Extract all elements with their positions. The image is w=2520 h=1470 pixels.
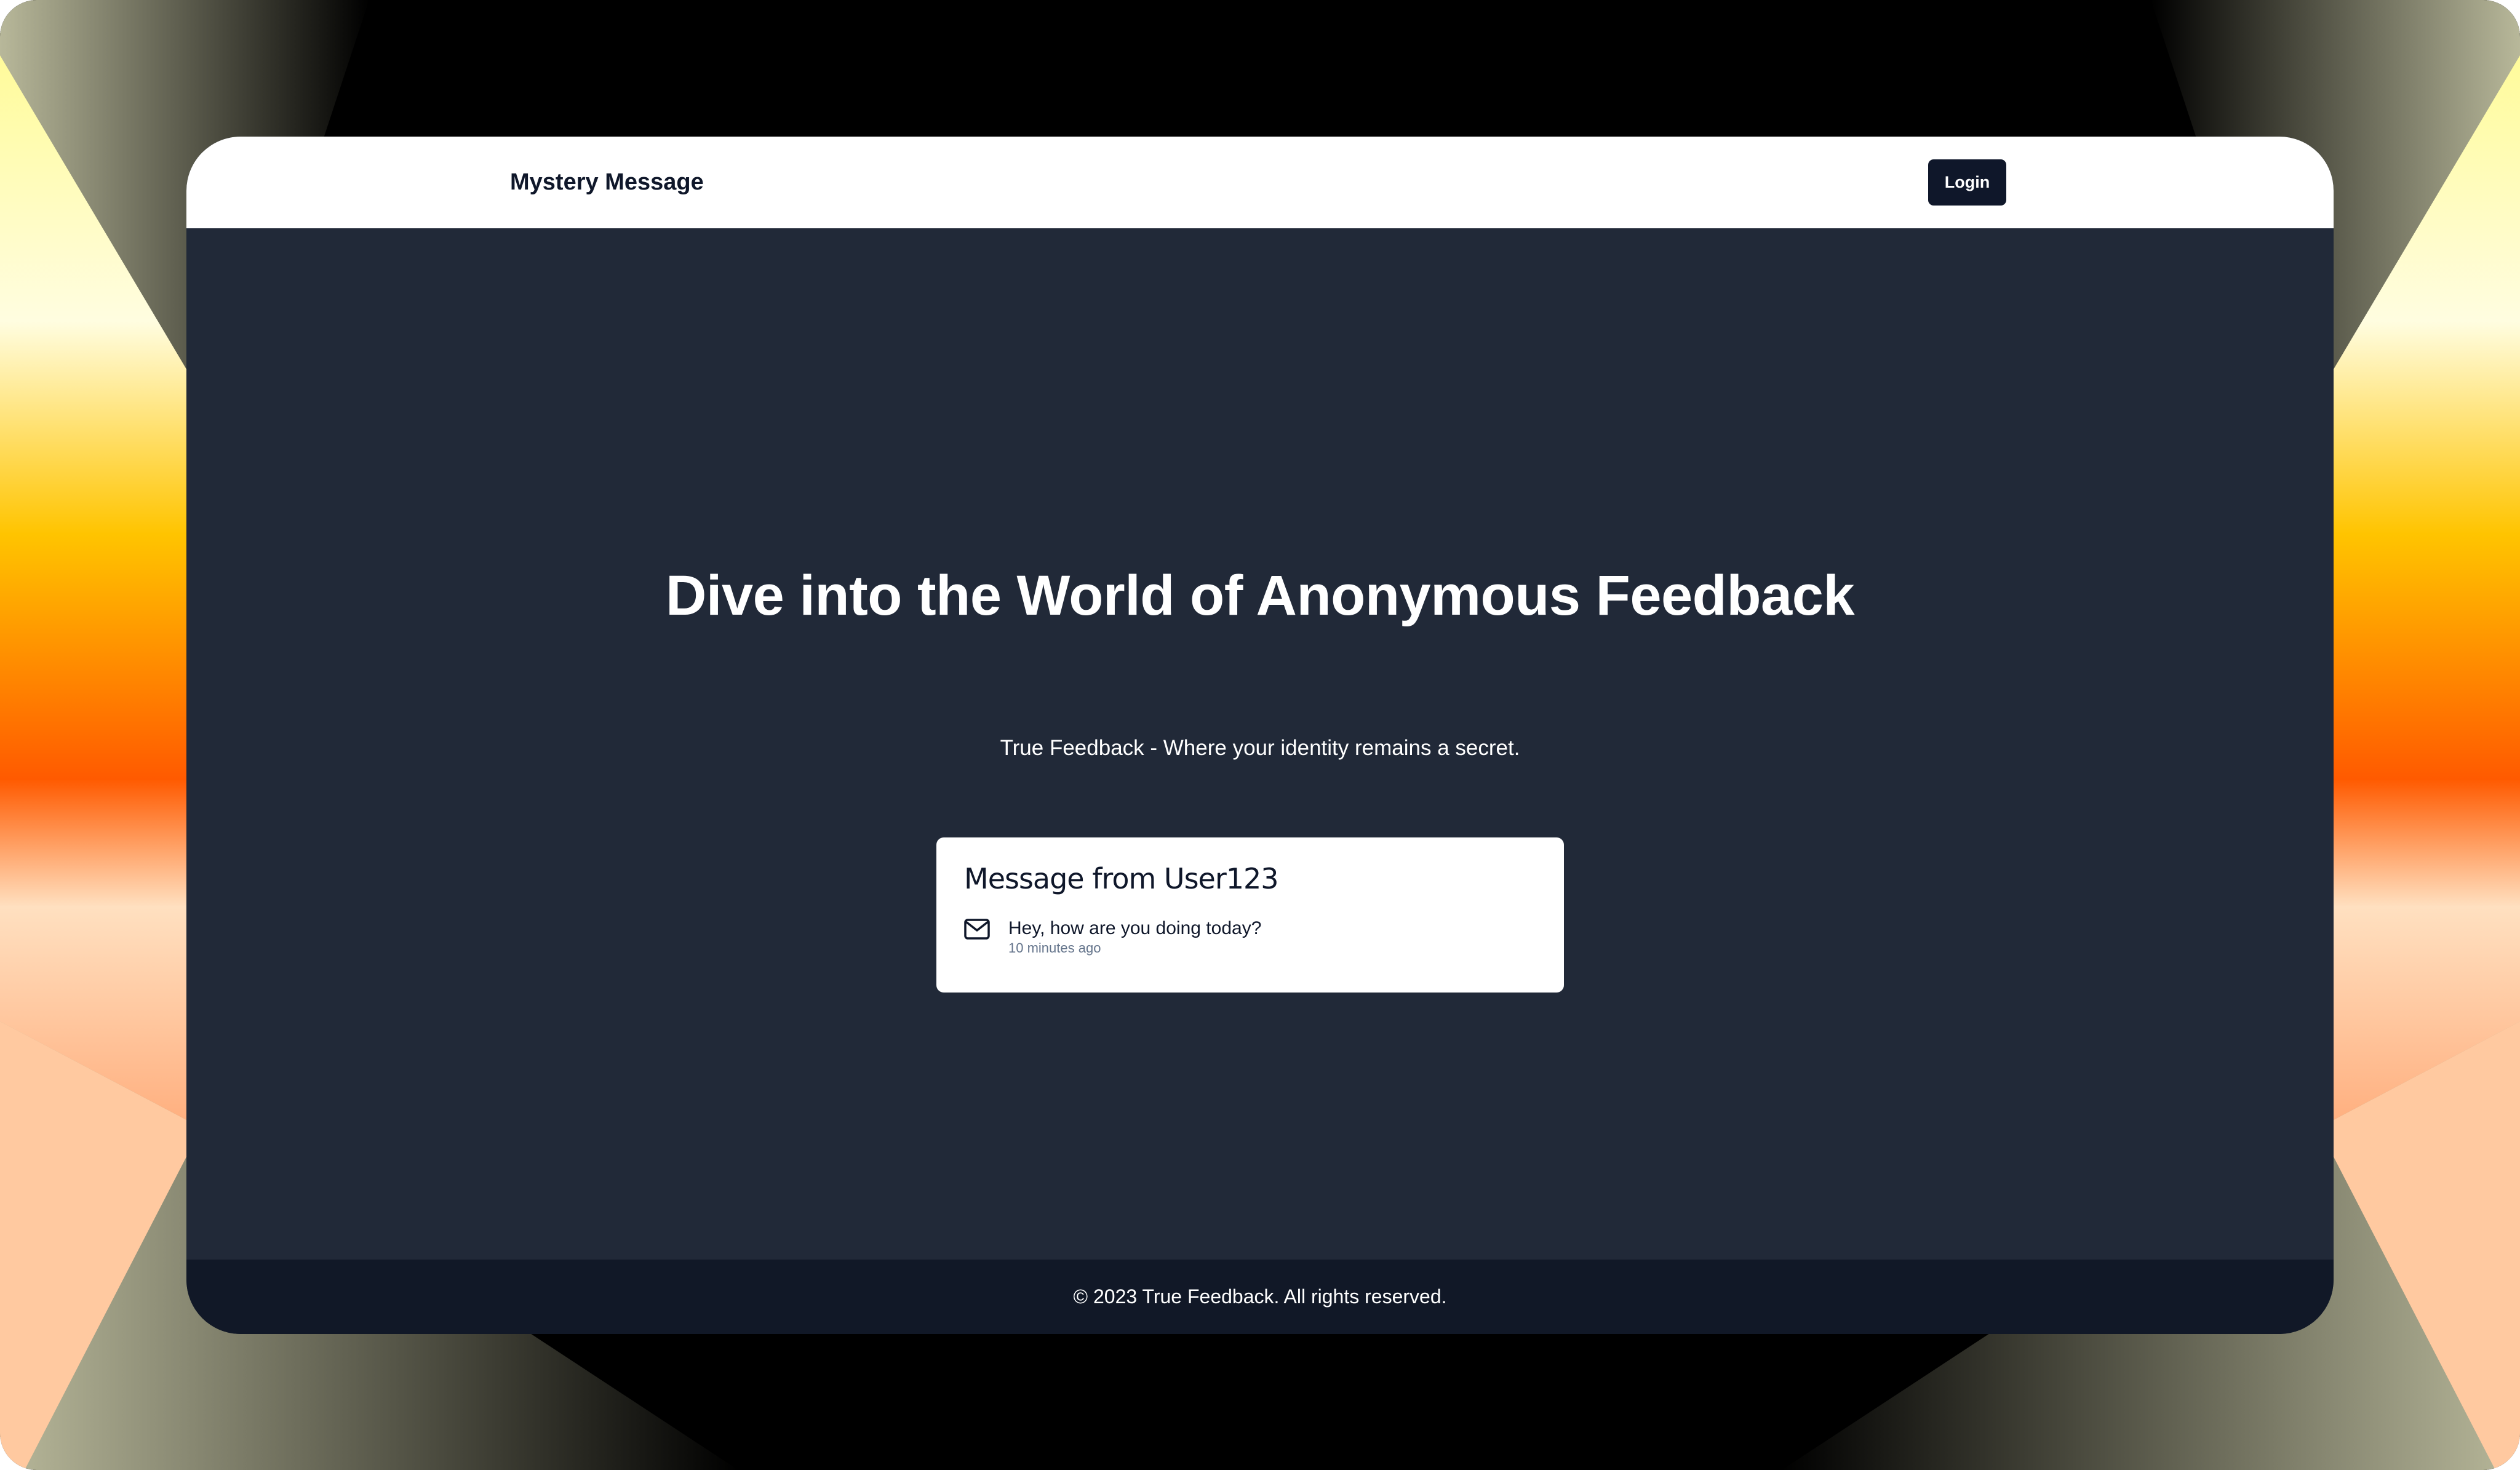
message-row: Hey, how are you doing today? 10 minutes…	[964, 917, 1536, 957]
login-button[interactable]: Login	[1928, 159, 2006, 206]
hero-title: Dive into the World of Anonymous Feedbac…	[665, 564, 1855, 627]
message-timestamp: 10 minutes ago	[1008, 940, 1101, 956]
browser-window: Mystery Message Login Dive into the Worl…	[186, 137, 2334, 1334]
footer: © 2023 True Feedback. All rights reserve…	[186, 1260, 2334, 1334]
mail-icon	[964, 919, 990, 940]
footer-copyright: © 2023 True Feedback. All rights reserve…	[1073, 1285, 1447, 1308]
desktop: Mystery Message Login Dive into the Worl…	[0, 0, 2520, 1470]
main-content: Dive into the World of Anonymous Feedbac…	[186, 228, 2334, 1260]
brand-logo[interactable]: Mystery Message	[510, 169, 704, 196]
message-text: Hey, how are you doing today?	[1008, 918, 1262, 938]
message-card-title: Message from User123	[964, 862, 1279, 895]
message-body: Hey, how are you doing today? 10 minutes…	[1008, 917, 1261, 957]
hero-subtitle: True Feedback - Where your identity rema…	[1000, 736, 1520, 760]
message-card: Message from User123 Hey, how are you do…	[936, 837, 1564, 993]
navbar: Mystery Message Login	[186, 137, 2334, 228]
